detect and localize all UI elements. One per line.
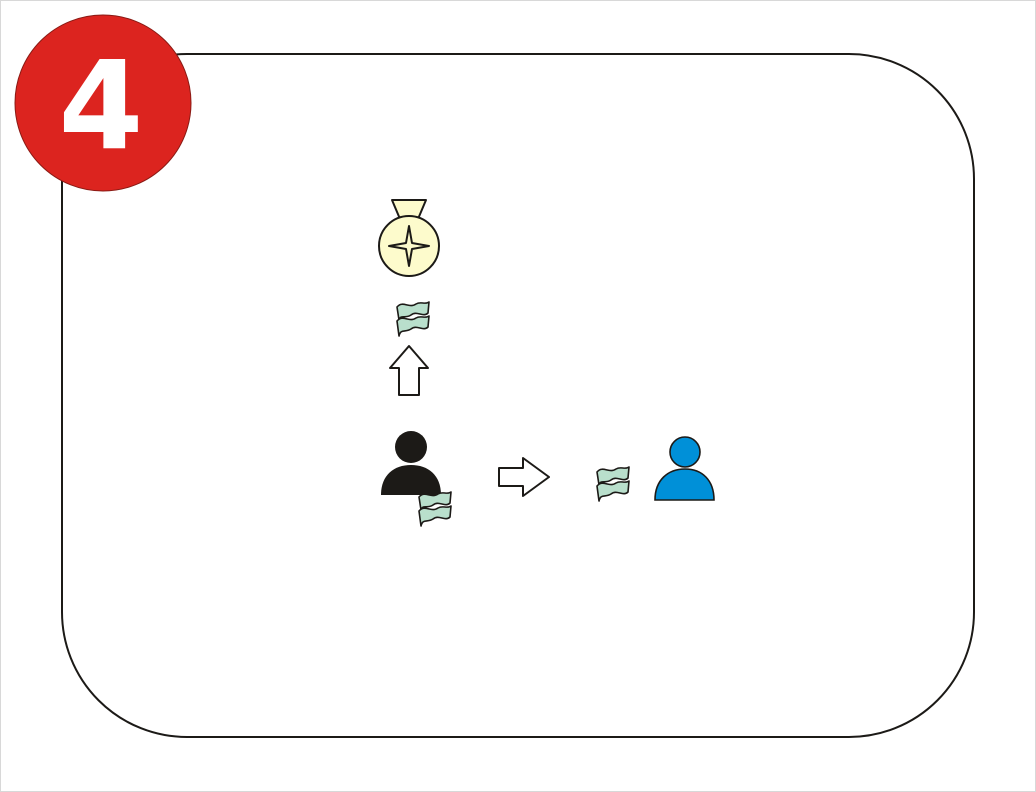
diagram: 4 <box>0 0 1036 792</box>
step-badge: 4 <box>14 14 192 192</box>
step-number: 4 <box>59 35 144 177</box>
